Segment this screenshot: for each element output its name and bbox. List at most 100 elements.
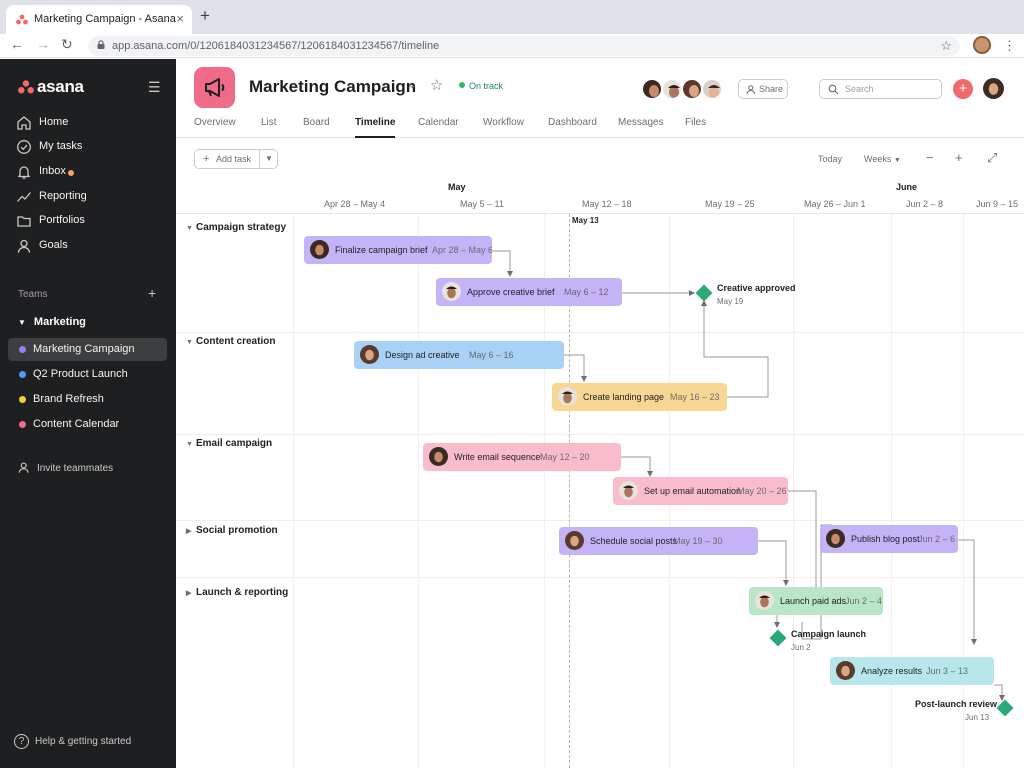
asana-favicon-icon [16,14,28,25]
search-input[interactable]: Search [819,79,942,99]
task-bar[interactable]: Set up email automation May 20 – 26 [613,477,788,505]
status-badge[interactable]: On track [459,81,503,91]
person-icon [17,239,31,253]
sidebar-project-marketing-campaign[interactable]: Marketing Campaign [8,338,167,361]
tab-files[interactable]: Files [685,117,706,128]
sidebar-item-label: Reporting [39,190,87,202]
zoom-out-icon[interactable]: − [926,150,934,165]
url-field[interactable]: app.asana.com/0/1206184031234567/1206184… [88,36,960,56]
avatar [641,78,663,100]
add-team-icon[interactable]: + [148,285,156,301]
user-avatar[interactable] [983,78,1004,99]
hamburger-menu-icon[interactable]: ☰ [148,79,161,96]
avatar [429,447,448,466]
tab-messages[interactable]: Messages [618,117,664,128]
task-name: Launch paid ads [780,596,847,606]
task-dates: May 12 – 20 [540,452,590,462]
reload-icon[interactable]: ↻ [61,36,73,53]
expand-icon[interactable]: ⤢ [987,150,997,166]
task-bar[interactable]: Publish blog post Jun 2 – 6 [820,525,958,553]
avatar-face-icon [643,80,661,98]
task-dates: May 6 – 12 [564,287,609,297]
sidebar-project-brand-refresh[interactable]: Brand Refresh [8,388,167,411]
browser-profile-avatar[interactable] [973,36,991,54]
create-button[interactable]: + [953,79,973,99]
chevron-down-icon[interactable]: ▼ [259,150,278,168]
task-dates: May 19 – 30 [673,536,723,546]
bookmark-star-icon[interactable]: ☆ [940,38,952,54]
milestone-name: Creative approved [717,283,796,293]
chevron-down-icon[interactable]: ⌄ [408,80,416,91]
add-task-button[interactable]: + Add task ▼ [194,149,278,169]
share-button[interactable]: Share [738,79,788,99]
project-icon[interactable] [194,67,235,108]
task-bar[interactable]: Schedule social posts May 19 – 30 [559,527,758,555]
url-text: app.asana.com/0/1206184031234567/1206184… [112,40,440,52]
check-circle-icon [17,140,31,154]
task-bar[interactable]: Write email sequence May 12 – 20 [423,443,621,471]
avatar [836,661,855,680]
browser-tab-strip: Marketing Campaign - Asana × + [0,0,1024,34]
tab-calendar[interactable]: Calendar [418,117,459,128]
project-label: Marketing Campaign [33,343,135,355]
avatar-face-icon [983,78,1004,99]
asana-logo-icon [18,80,34,94]
project-tabs: Overview List Board Timeline Calendar Wo… [176,114,1024,138]
trend-icon [17,192,31,202]
project-color-dot [19,421,26,428]
dependency-arrow [564,354,587,382]
new-tab-button[interactable]: + [200,6,210,26]
address-bar-row: ← → ↻ app.asana.com/0/1206184031234567/1… [0,34,1024,58]
dependency-arrow [621,456,653,477]
sidebar-project-content-calendar[interactable]: Content Calendar [8,413,167,436]
avatar-face-icon [442,282,461,301]
plus-icon: + [203,153,210,165]
forward-icon[interactable]: → [36,36,50,52]
help-label: Help & getting started [35,736,132,748]
task-name: Create landing page [583,392,665,402]
task-bar[interactable]: Create landing page May 16 – 23 [552,383,727,411]
invite-teammates-link[interactable]: Invite teammates [18,461,113,474]
avatar [619,481,638,500]
avatar-face-icon [703,80,721,98]
tab-timeline[interactable]: Timeline [355,117,396,138]
task-bar[interactable]: Launch paid ads Jun 2 – 4 [749,587,883,615]
tab-workflow[interactable]: Workflow [483,117,524,128]
task-bar[interactable]: Analyze results Jun 3 – 13 [830,657,994,685]
tab-dashboard[interactable]: Dashboard [548,117,597,128]
bell-icon [17,166,31,179]
browser-menu-icon[interactable]: ⋮ [1003,38,1016,54]
task-bar[interactable]: Finalize campaign brief Apr 28 – May 6 [304,236,492,264]
zoom-in-icon[interactable]: + [955,150,963,165]
project-label: Q2 Product Launch [33,368,128,380]
project-color-dot [19,346,26,353]
avatar-face-icon [755,591,774,610]
zoom-select[interactable]: Weeks ▼ [864,154,901,164]
status-dot [459,82,465,88]
help-link[interactable]: ? Help & getting started [14,734,131,749]
tab-list[interactable]: List [261,117,277,128]
dependency-arrow [492,250,513,277]
browser-tab[interactable]: Marketing Campaign - Asana × [6,5,192,34]
project-color-dot [19,396,26,403]
dependency-arrow [958,539,977,645]
invite-person-icon [18,462,29,473]
zoom-value: Weeks [864,154,892,164]
tab-board[interactable]: Board [303,117,330,128]
avatar [360,345,379,364]
week-label: Apr 28 – May 4 [324,199,386,209]
favorite-star-icon[interactable]: ☆ [430,76,443,94]
today-button[interactable]: Today [818,154,842,164]
sidebar-project-q2-product-launch[interactable]: Q2 Product Launch [8,363,167,386]
tab-overview[interactable]: Overview [194,117,236,128]
task-bar[interactable]: Approve creative brief May 6 – 12 [436,278,622,306]
back-icon[interactable]: ← [10,36,24,52]
avatar [661,78,683,100]
avatar [442,282,461,301]
home-icon [17,116,31,130]
avatar [755,591,774,610]
close-tab-icon[interactable]: × [176,11,184,26]
team-marketing[interactable]: ▼ Marketing [18,316,86,328]
task-bar[interactable]: Design ad creative May 6 – 16 [354,341,564,369]
chevron-down-icon: ▼ [893,157,901,164]
